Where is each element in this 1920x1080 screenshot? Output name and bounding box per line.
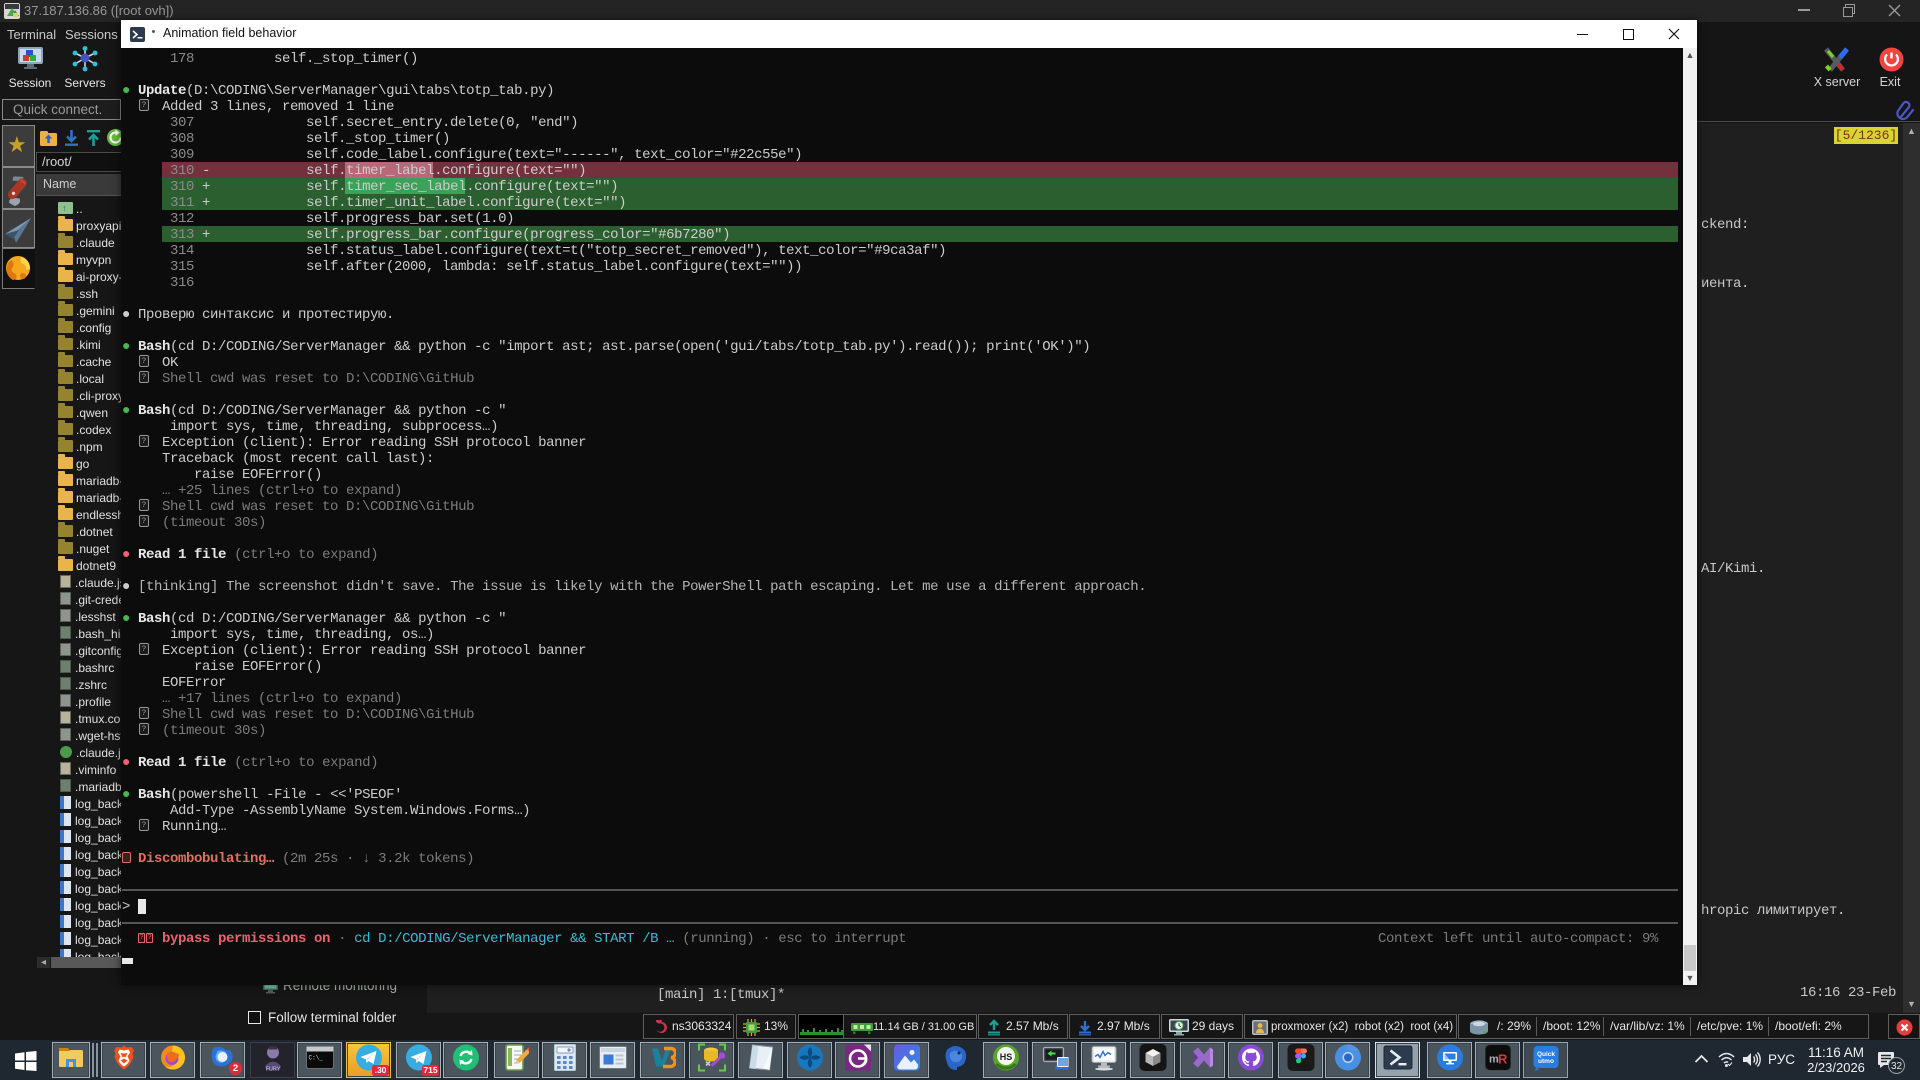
svg-text:utmo: utmo [1538, 1058, 1554, 1065]
svg-text:Quick: Quick [1536, 1051, 1554, 1058]
svg-text:HS: HS [999, 1052, 1012, 1062]
svg-text:FURY: FURY [265, 1067, 280, 1073]
svg-text:C:\_: C:\_ [308, 1055, 323, 1062]
svg-text:R: R [1498, 1052, 1508, 1067]
